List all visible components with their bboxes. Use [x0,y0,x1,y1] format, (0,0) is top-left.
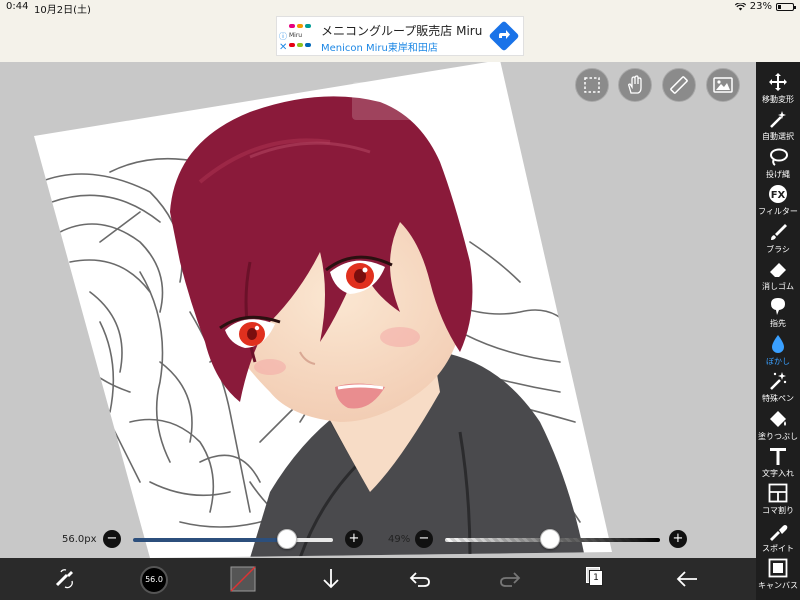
layers-button[interactable]: 1 [586,567,606,589]
ad-banner[interactable]: Miru ⓘ ✕ メニコングループ販売店 Miru Menicon Miru東岸… [276,16,524,56]
opacity-value: 49% [388,534,411,545]
bottom-toolbar: 56.0 1 [0,558,756,600]
hand-icon[interactable] [618,68,652,102]
tool-canvas[interactable]: キャンバス [756,556,800,593]
tool-label: コマ割り [762,506,794,516]
tool-label: スポイト [762,543,794,553]
right-toolbar: 移動変形自動選択投げ縄 FX フィルターブラシ消しゴム指先ぼかし特殊ペン塗りつぶし文… [756,62,800,600]
brush-settings-icon[interactable] [50,564,80,594]
svg-text:FX: FX [771,190,786,201]
battery-icon [776,2,796,11]
tool-label: ぼかし [766,356,790,366]
special-pen-icon [770,372,787,391]
status-right: 23% [734,1,796,12]
ad-logo-brand: Miru [289,32,303,39]
close-icon[interactable]: ✕ [279,42,287,53]
tool-label: 特殊ペン [762,394,794,404]
directions-icon[interactable] [488,20,520,52]
tool-move[interactable]: 移動変形 [756,70,800,107]
fill-icon [770,410,786,427]
brush-size-fill [133,538,287,542]
brush-size-slider-knob[interactable] [277,529,297,549]
canvas-icon [768,558,788,578]
undo-icon[interactable] [405,564,435,594]
opacity-slider-knob[interactable] [540,529,561,549]
tool-label: 移動変形 [762,95,794,104]
lasso-icon [770,148,788,166]
brush-size-minus-button[interactable]: − [103,530,121,548]
artwork-canvas[interactable] [0,62,756,558]
tool-label: 消しゴム [762,282,794,291]
brush-size-preview[interactable]: 56.0 [140,566,168,594]
wifi-icon [734,2,746,10]
tool-label: 指先 [770,319,786,329]
image-icon[interactable] [706,68,740,102]
tool-blur[interactable]: ぼかし [756,332,800,369]
battery-percent: 23% [749,1,772,12]
selection-icon[interactable] [575,68,609,102]
status-bar: 0:44 10月2日(土) 23% [0,0,800,16]
tool-special-pen[interactable]: 特殊ペン [756,369,800,406]
tool-lasso[interactable]: 投げ縄 [756,145,800,182]
tool-label: フィルター [758,207,798,217]
eyedropper-icon [770,524,788,541]
battery-fill [778,4,781,9]
color-swatch[interactable] [228,564,258,594]
brush-size-plus-button[interactable]: + [345,530,363,548]
tool-label: 文字入れ [762,469,794,478]
frame-icon [768,483,788,503]
status-time: 0:44 [6,1,29,12]
ad-subtitle[interactable]: Menicon Miru東岸和田店 [321,39,438,54]
tool-label: 塗りつぶし [757,431,799,441]
ad-banner-area: Miru ⓘ ✕ メニコングループ販売店 Miru Menicon Miru東岸… [0,14,800,62]
download-arrow-icon[interactable] [316,564,346,594]
move-icon [769,73,787,91]
back-arrow-icon[interactable] [672,564,702,594]
tool-smudge[interactable]: 指先 [756,294,800,331]
tool-label: ブラシ [766,244,790,254]
brush-size-value: 56.0px [62,534,97,545]
tool-label: キャンバス [758,581,798,591]
tool-fill[interactable]: 塗りつぶし [756,407,800,444]
ad-logo: Miru [287,21,317,51]
tool-label: 投げ縄 [766,169,790,179]
redo-icon[interactable] [495,564,525,594]
tool-text[interactable]: 文字入れ [756,444,800,481]
text-icon [770,448,786,465]
canvas-area[interactable] [0,62,756,558]
slider-row: 56.0px − + 49% − + [0,527,756,553]
opacity-minus-button[interactable]: − [415,530,433,548]
tool-fx[interactable]: FX フィルター [756,182,800,219]
ad-title[interactable]: メニコングループ販売店 Miru [321,22,482,39]
smudge-icon [771,298,785,316]
brush-icon [771,223,787,240]
layer-count: 1 [589,570,603,586]
eraser-icon [770,263,786,277]
magic-wand-icon [770,111,786,129]
tool-magic-wand[interactable]: 自動選択 [756,107,800,144]
ruler-icon[interactable] [662,68,696,102]
opacity-plus-button[interactable]: + [669,530,687,548]
tool-brush[interactable]: ブラシ [756,220,800,257]
blur-icon [772,334,784,353]
tool-label: 自動選択 [762,132,794,142]
fx-icon: FX [769,185,787,204]
tool-eraser[interactable]: 消しゴム [756,257,800,294]
tool-eyedropper[interactable]: スポイト [756,519,800,556]
tool-frame[interactable]: コマ割り [756,481,800,518]
info-icon[interactable]: ⓘ [279,31,287,42]
